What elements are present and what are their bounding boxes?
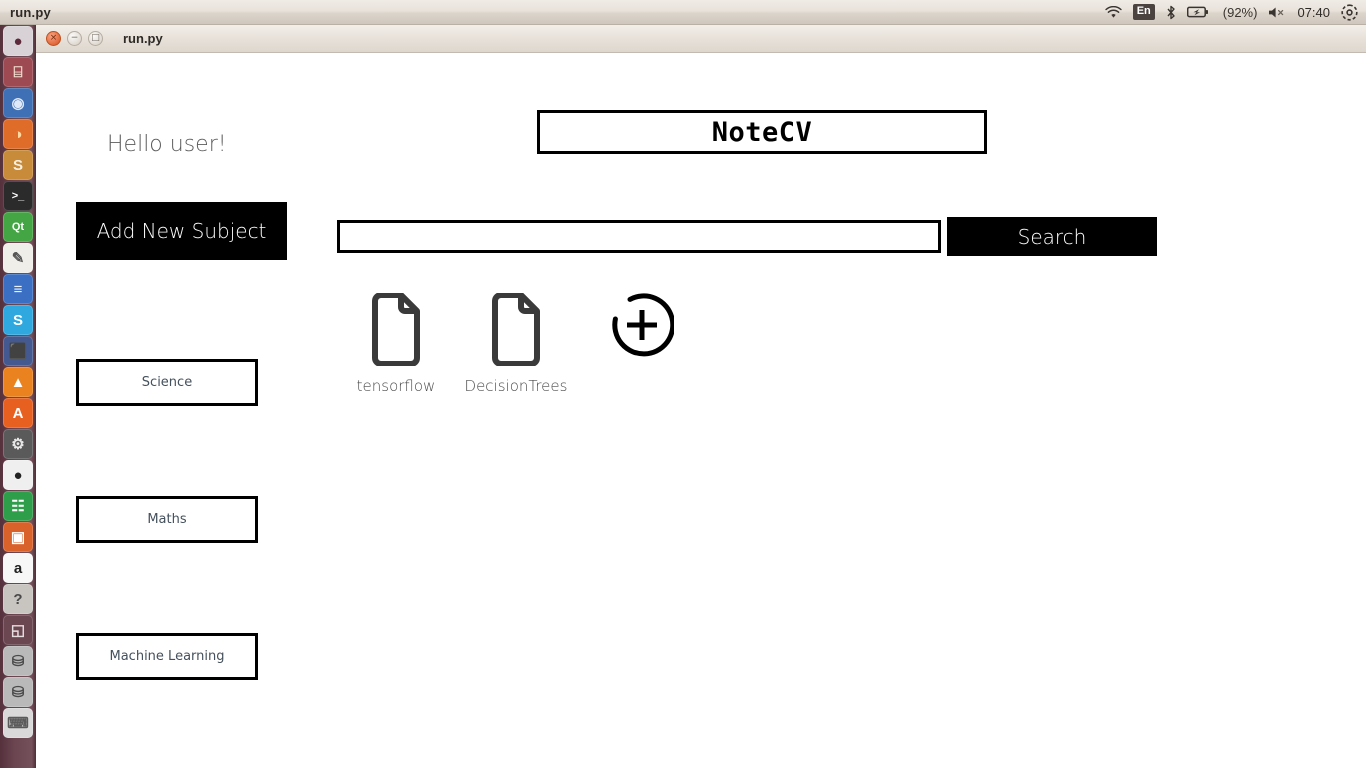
add-new-subject-label: Add New Subject xyxy=(96,219,267,243)
window-title-label: run.py xyxy=(123,31,163,46)
greeting-label: Hello user! xyxy=(107,132,227,157)
virtualbox-icon: ⬛ xyxy=(8,343,28,360)
pinguy-builder-icon: ● xyxy=(13,466,23,484)
libreoffice-calc-icon: ☷ xyxy=(11,498,25,515)
launcher-icon-amazon[interactable]: a xyxy=(3,553,33,583)
qt-creator-icon: Qt xyxy=(11,221,25,233)
subject-button-science[interactable]: Science xyxy=(76,359,258,406)
terminal-icon: >_ xyxy=(11,190,25,202)
keyboard-layout-indicator[interactable]: En xyxy=(1132,4,1155,20)
search-button[interactable]: Search xyxy=(947,217,1157,256)
bluetooth-icon[interactable] xyxy=(1166,5,1176,20)
launcher-icon-libreoffice-impress[interactable]: ▣ xyxy=(3,522,33,552)
add-new-subject-button[interactable]: Add New Subject xyxy=(76,202,287,260)
window-titlebar[interactable]: × − □ run.py xyxy=(36,25,1366,53)
disk-drive-1-icon: ⛁ xyxy=(11,653,25,670)
subject-button-label: Science xyxy=(141,375,193,390)
launcher-icon-ubuntu-dash[interactable]: ● xyxy=(3,26,33,56)
subject-button-maths[interactable]: Maths xyxy=(76,496,258,543)
launcher-icon-libreoffice-calc[interactable]: ☷ xyxy=(3,491,33,521)
battery-icon[interactable] xyxy=(1186,6,1209,18)
launcher-icon-pinguy-builder[interactable]: ● xyxy=(3,460,33,490)
note-item-label: DecisionTrees xyxy=(464,377,568,395)
launcher-icon-system-settings[interactable]: ⚙ xyxy=(3,429,33,459)
application-window: × − □ run.py Hello user! NoteCV Add New … xyxy=(36,25,1366,768)
app-canvas: Hello user! NoteCV Add New Subject Searc… xyxy=(36,53,1366,768)
launcher-icon-help-unknown[interactable]: ? xyxy=(3,584,33,614)
system-tray: En (92%) 07:40 xyxy=(1105,3,1366,21)
launcher-icon-disk-drive-2[interactable]: ⛁ xyxy=(3,677,33,707)
maximize-icon[interactable]: □ xyxy=(88,31,103,46)
battery-percent-label: (92%) xyxy=(1222,4,1258,20)
skype-icon: S xyxy=(12,311,23,329)
subject-button-label: Maths xyxy=(147,512,187,527)
launcher-icon-terminal[interactable]: >_ xyxy=(3,181,33,211)
note-item[interactable]: DecisionTrees xyxy=(457,293,575,395)
notes-grid: tensorflow DecisionTrees xyxy=(337,293,757,443)
document-icon xyxy=(337,293,455,371)
volume-muted-icon[interactable] xyxy=(1268,6,1286,19)
launcher-icon-workspace-switcher[interactable]: ◱ xyxy=(3,615,33,645)
launcher-icon-firefox-browser[interactable]: ◑ xyxy=(3,119,33,149)
trash-icon: ⌨ xyxy=(7,715,29,732)
system-settings-icon: ⚙ xyxy=(11,436,25,453)
note-item-label: tensorflow xyxy=(356,377,436,395)
launcher-icon-qt-creator[interactable]: Qt xyxy=(3,212,33,242)
launcher-icon-libreoffice-writer[interactable]: ≡ xyxy=(3,274,33,304)
disk-drive-2-icon: ⛁ xyxy=(11,684,25,701)
clock-label[interactable]: 07:40 xyxy=(1297,5,1330,20)
text-editor-icon: ✎ xyxy=(11,250,25,267)
document-icon xyxy=(457,293,575,371)
launcher-icon-text-editor[interactable]: ✎ xyxy=(3,243,33,273)
ubuntu-dash-icon: ● xyxy=(13,32,23,50)
launcher-icon-files-archive[interactable]: ⌸ xyxy=(3,57,33,87)
launcher-icon-chromium-browser[interactable]: ◉ xyxy=(3,88,33,118)
launcher-icon-sublime-text[interactable]: S xyxy=(3,150,33,180)
libreoffice-writer-icon: ≡ xyxy=(13,280,23,298)
ubuntu-software-icon: A xyxy=(12,404,24,422)
panel-window-title: run.py xyxy=(10,4,51,20)
launcher-icon-trash[interactable]: ⌨ xyxy=(3,708,33,738)
ubuntu-top-panel: run.py En (92%) 07:40 xyxy=(0,0,1366,25)
chromium-browser-icon: ◉ xyxy=(11,95,25,112)
unity-launcher[interactable]: ● ⌸ ◉ ◑ S >_ Qt ✎ ≡ S ⬛ ▲ A ⚙ ● ☷ ▣ a? ◱ ⛁ ⛁ ⌨ xyxy=(0,25,36,768)
libreoffice-impress-icon: ▣ xyxy=(10,529,26,546)
search-button-label: Search xyxy=(1017,224,1087,249)
minimize-icon[interactable]: − xyxy=(67,31,82,46)
gear-icon[interactable] xyxy=(1341,3,1358,21)
close-icon[interactable]: × xyxy=(46,31,61,46)
page-title: NoteCV xyxy=(711,116,813,148)
help-unknown-icon: ? xyxy=(13,590,23,608)
launcher-icon-skype[interactable]: S xyxy=(3,305,33,335)
app-title-box: NoteCV xyxy=(537,110,987,154)
add-note-button[interactable] xyxy=(582,293,702,373)
sublime-text-icon: S xyxy=(12,156,23,174)
launcher-icon-virtualbox[interactable]: ⬛ xyxy=(3,336,33,366)
launcher-icon-ubuntu-software[interactable]: A xyxy=(3,398,33,428)
vlc-media-player-icon: ▲ xyxy=(10,373,26,391)
search-input[interactable] xyxy=(337,220,941,253)
files-archive-icon: ⌸ xyxy=(13,63,23,81)
subject-button-machine-learning[interactable]: Machine Learning xyxy=(76,633,258,680)
workspace-switcher-icon: ◱ xyxy=(10,622,26,639)
wifi-icon[interactable] xyxy=(1105,5,1122,19)
firefox-browser-icon: ◑ xyxy=(13,125,23,143)
plus-circle-icon xyxy=(610,293,676,362)
amazon-icon: a xyxy=(13,559,23,577)
note-item[interactable]: tensorflow xyxy=(337,293,455,395)
subject-button-label: Machine Learning xyxy=(109,649,225,664)
launcher-icon-disk-drive-1[interactable]: ⛁ xyxy=(3,646,33,676)
launcher-icon-vlc-media-player[interactable]: ▲ xyxy=(3,367,33,397)
